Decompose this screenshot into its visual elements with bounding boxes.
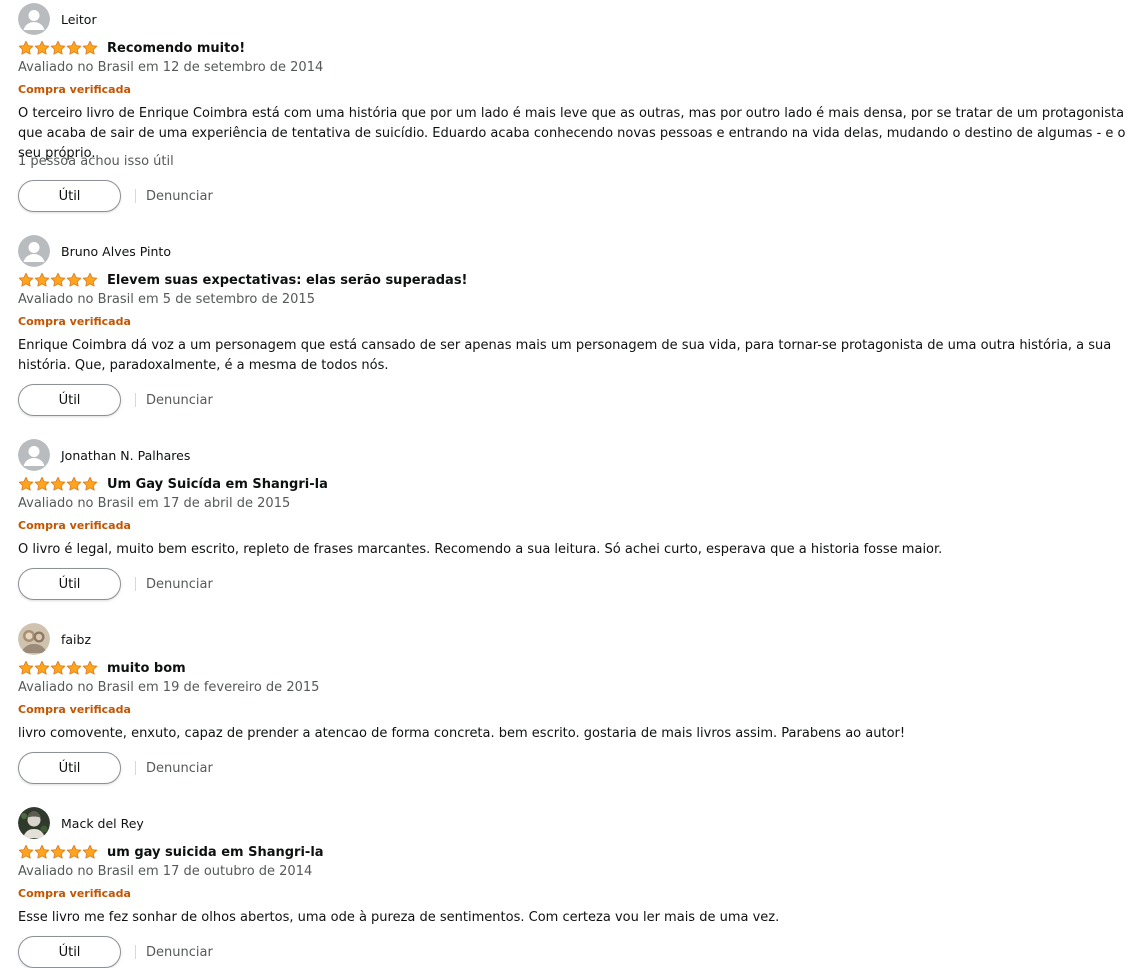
verified-badge[interactable]: Compra verificada bbox=[18, 703, 131, 716]
star-icon bbox=[34, 844, 50, 860]
reviewer-name[interactable]: Bruno Alves Pinto bbox=[61, 244, 171, 259]
rating-row: Um Gay Suicída em Shangri-la bbox=[18, 474, 328, 494]
star-icon bbox=[34, 272, 50, 288]
reviewer-name[interactable]: Jonathan N. Palhares bbox=[61, 448, 190, 463]
star-icon bbox=[18, 272, 34, 288]
star-rating[interactable] bbox=[18, 476, 98, 492]
review-actions: Útil Denunciar bbox=[18, 936, 213, 968]
review-body: Enrique Coimbra dá voz a um personagem q… bbox=[18, 338, 1112, 373]
photo-avatar-icon bbox=[18, 807, 50, 839]
star-icon bbox=[50, 272, 66, 288]
report-link[interactable]: Denunciar bbox=[146, 761, 213, 776]
verified-badge[interactable]: Compra verificada bbox=[18, 315, 131, 328]
star-icon bbox=[66, 476, 82, 492]
helpful-button[interactable]: Útil bbox=[18, 752, 121, 784]
helpful-count: 1 pessoa achou isso útil bbox=[18, 154, 174, 169]
review-actions: Útil Denunciar bbox=[18, 568, 213, 600]
report-link[interactable]: Denunciar bbox=[146, 393, 213, 408]
photo-avatar-icon bbox=[18, 623, 50, 655]
star-icon bbox=[50, 476, 66, 492]
helpful-button[interactable]: Útil bbox=[18, 180, 121, 212]
review-body: O terceiro livro de Enrique Coimbra está… bbox=[18, 106, 1126, 161]
rating-row: um gay suicida em Shangri-la bbox=[18, 842, 324, 862]
review-title[interactable]: um gay suicida em Shangri-la bbox=[107, 845, 324, 860]
reviewer-profile[interactable]: Bruno Alves Pinto bbox=[18, 235, 171, 267]
star-icon bbox=[82, 660, 98, 676]
reviewer-name[interactable]: faibz bbox=[61, 632, 91, 647]
star-icon bbox=[66, 660, 82, 676]
review-title[interactable]: muito bom bbox=[107, 661, 186, 676]
reviewer-name[interactable]: Leitor bbox=[61, 12, 97, 27]
star-icon bbox=[18, 844, 34, 860]
star-icon bbox=[82, 272, 98, 288]
rating-row: Elevem suas expectativas: elas serão sup… bbox=[18, 270, 468, 290]
review-date: Avaliado no Brasil em 17 de abril de 201… bbox=[18, 496, 291, 511]
report-link[interactable]: Denunciar bbox=[146, 577, 213, 592]
star-icon bbox=[50, 660, 66, 676]
reviewer-profile[interactable]: Leitor bbox=[18, 3, 97, 35]
star-icon bbox=[50, 40, 66, 56]
star-rating[interactable] bbox=[18, 272, 98, 288]
star-rating[interactable] bbox=[18, 40, 98, 56]
reviewer-profile[interactable]: Jonathan N. Palhares bbox=[18, 439, 190, 471]
star-icon bbox=[34, 476, 50, 492]
report-link[interactable]: Denunciar bbox=[146, 189, 213, 204]
verified-badge[interactable]: Compra verificada bbox=[18, 83, 131, 96]
star-icon bbox=[18, 660, 34, 676]
star-rating[interactable] bbox=[18, 660, 98, 676]
verified-badge[interactable]: Compra verificada bbox=[18, 887, 131, 900]
reviewer-name[interactable]: Mack del Rey bbox=[61, 816, 144, 831]
review-actions: Útil Denunciar bbox=[18, 384, 213, 416]
star-icon bbox=[66, 40, 82, 56]
rating-row: muito bom bbox=[18, 658, 186, 678]
review-date: Avaliado no Brasil em 5 de setembro de 2… bbox=[18, 292, 315, 307]
verified-badge[interactable]: Compra verificada bbox=[18, 519, 131, 532]
star-icon bbox=[66, 272, 82, 288]
review-actions: Útil Denunciar bbox=[18, 752, 213, 784]
review-date: Avaliado no Brasil em 19 de fevereiro de… bbox=[18, 680, 320, 695]
star-icon bbox=[66, 844, 82, 860]
star-icon bbox=[82, 476, 98, 492]
review-title[interactable]: Um Gay Suicída em Shangri-la bbox=[107, 477, 328, 492]
report-link[interactable]: Denunciar bbox=[146, 945, 213, 960]
reviewer-profile[interactable]: Mack del Rey bbox=[18, 807, 144, 839]
divider bbox=[135, 393, 136, 407]
star-icon bbox=[34, 660, 50, 676]
star-rating[interactable] bbox=[18, 844, 98, 860]
star-icon bbox=[18, 40, 34, 56]
star-icon bbox=[50, 844, 66, 860]
default-avatar-icon bbox=[18, 235, 50, 267]
divider bbox=[135, 761, 136, 775]
divider bbox=[135, 189, 136, 203]
review-body: Esse livro me fez sonhar de olhos aberto… bbox=[18, 910, 780, 925]
review-body: O livro é legal, muito bem escrito, repl… bbox=[18, 542, 943, 557]
star-icon bbox=[82, 844, 98, 860]
divider bbox=[135, 577, 136, 591]
divider bbox=[135, 945, 136, 959]
review-actions: Útil Denunciar bbox=[18, 180, 213, 212]
helpful-button[interactable]: Útil bbox=[18, 568, 121, 600]
review-date: Avaliado no Brasil em 17 de outubro de 2… bbox=[18, 864, 313, 879]
star-icon bbox=[18, 476, 34, 492]
star-icon bbox=[82, 40, 98, 56]
helpful-button[interactable]: Útil bbox=[18, 936, 121, 968]
star-icon bbox=[34, 40, 50, 56]
reviewer-profile[interactable]: faibz bbox=[18, 623, 91, 655]
helpful-button[interactable]: Útil bbox=[18, 384, 121, 416]
rating-row: Recomendo muito! bbox=[18, 38, 245, 58]
review-date: Avaliado no Brasil em 12 de setembro de … bbox=[18, 60, 324, 75]
default-avatar-icon bbox=[18, 439, 50, 471]
review-body: livro comovente, enxuto, capaz de prende… bbox=[18, 726, 906, 741]
default-avatar-icon bbox=[18, 3, 50, 35]
review-title[interactable]: Elevem suas expectativas: elas serão sup… bbox=[107, 273, 468, 288]
review-title[interactable]: Recomendo muito! bbox=[107, 41, 245, 56]
